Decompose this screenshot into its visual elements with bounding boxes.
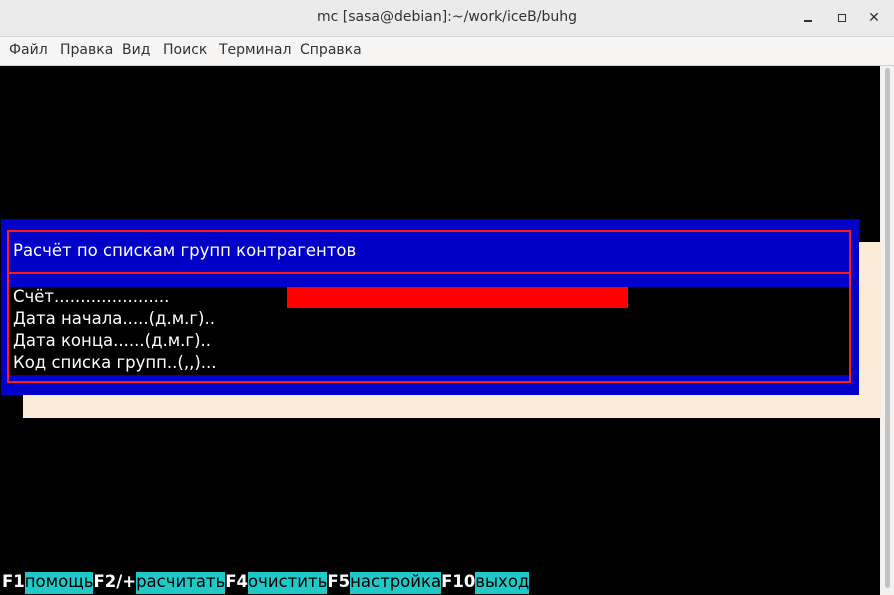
menu-search[interactable]: Поиск [163,42,207,58]
fkey-f5[interactable]: F5 [327,572,350,594]
scrollbar-thumb[interactable] [885,68,890,588]
fkey-exit-label[interactable]: выход [475,572,530,594]
end-date-label: Дата конца......(д.м.г).. [13,331,212,350]
dialog-separator [9,272,849,274]
menu-view[interactable]: Вид [122,42,150,58]
maximize-button[interactable] [832,8,852,28]
window-titlebar[interactable]: mc [sasa@debian]:~/work/iceB/buhg ✕ [0,0,894,37]
menu-help[interactable]: Справка [300,42,362,58]
fkey-clear-label[interactable]: очистить [248,572,328,594]
menu-edit[interactable]: Правка [60,42,113,58]
menu-terminal[interactable]: Терминал [219,42,291,58]
start-date-label: Дата начала.....(д.м.г).. [13,309,215,328]
minimize-icon [804,20,812,22]
dialog-window: Расчёт по спискам групп контрагентов Счё… [1,219,859,395]
dialog-fields: Счёт...................... Дата начала..… [9,287,849,375]
window-title: mc [sasa@debian]:~/work/iceB/buhg [317,9,577,25]
account-label: Счёт...................... [13,287,170,306]
fkey-f2[interactable]: F2/+ [93,572,136,594]
menu-file[interactable]: Файл [9,42,48,58]
account-input[interactable] [287,287,628,308]
close-icon: ✕ [868,10,880,26]
fkey-calculate-label[interactable]: расчитать [136,572,226,594]
fkey-help-label[interactable]: помощь [24,572,94,594]
fkey-f10[interactable]: F10 [441,572,475,594]
dialog-title: Расчёт по спискам групп контрагентов [13,241,357,260]
close-button[interactable]: ✕ [864,8,884,28]
group-list-code-label: Код списка групп..(,,)... [13,353,217,372]
fkey-f4[interactable]: F4 [225,572,248,594]
minimize-button[interactable] [798,8,818,28]
function-key-bar: F1 помощь F2/+ расчитать F4 очистить F5 настрой… [2,572,530,594]
fkey-settings-label[interactable]: настройка [350,572,442,594]
menubar: Файл Правка Вид Поиск Терминал Справка [0,37,894,66]
maximize-icon [838,14,846,22]
terminal-scrollbar[interactable] [880,66,894,595]
fkey-f1[interactable]: F1 [2,572,25,594]
